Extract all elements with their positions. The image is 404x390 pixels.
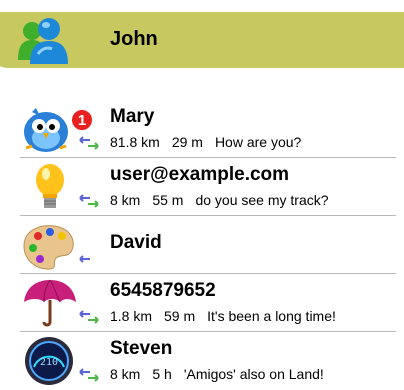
contact-distance: 81.8 km [110, 134, 160, 150]
contact-details: 8 km 5 h 'Amigos' also on Land! [110, 366, 324, 382]
contact-row-user-example[interactable]: user@example.com 8 km 55 m do you see my… [0, 158, 404, 216]
unread-count-badge: 1 [70, 108, 94, 132]
messenger-buddy-icon [18, 18, 68, 64]
contact-message: 'Amigos' also on Land! [183, 366, 324, 382]
svg-text:210: 210 [40, 357, 58, 368]
contact-message: It's been a long time! [207, 308, 336, 324]
contact-details: 1.8 km 59 m It's been a long time! [110, 308, 336, 324]
contact-row-steven[interactable]: 210 Steven 8 km 5 h 'Amigos' also on Lan… [0, 332, 404, 390]
header-user-name: John [110, 28, 158, 50]
incoming-arrow-icon [79, 255, 90, 263]
lightbulb-icon [36, 164, 64, 208]
contact-name: 6545879652 [110, 280, 216, 301]
contact-name: Mary [110, 106, 155, 127]
contact-message: How are you? [214, 134, 302, 150]
contact-name: Steven [110, 338, 173, 359]
contacts-screen: John 1 Mary 81.8 km 29 m How are you? us… [0, 0, 404, 390]
contact-details: 81.8 km 29 m How are you? [110, 134, 301, 150]
transfer-arrows-icon [79, 136, 99, 150]
transfer-arrows-icon [79, 194, 99, 208]
contact-distance: 1.8 km [110, 308, 153, 324]
contact-distance: 8 km [110, 192, 141, 208]
contact-row-mary[interactable]: 1 Mary 81.8 km 29 m How are you? [0, 100, 404, 158]
bird-icon [24, 108, 68, 152]
contact-message: do you see my track? [195, 192, 329, 208]
contact-row-david[interactable]: David [0, 216, 404, 274]
contact-row-6545879652[interactable]: 6545879652 1.8 km 59 m It's been a long … [0, 274, 404, 332]
contact-details: 8 km 55 m do you see my track? [110, 192, 329, 208]
contact-name: David [110, 232, 162, 253]
contact-name: user@example.com [110, 164, 290, 185]
contact-time: 5 h [152, 366, 172, 382]
contact-time: 29 m [171, 134, 203, 150]
paint-palette-icon [23, 225, 74, 270]
contact-distance: 8 km [110, 366, 141, 382]
contact-time: 55 m [152, 192, 184, 208]
umbrella-icon [24, 279, 76, 327]
transfer-arrows-icon [79, 310, 99, 324]
transfer-arrows-icon [79, 368, 99, 382]
contact-time: 59 m [164, 308, 196, 324]
profile-header[interactable]: John [0, 12, 404, 68]
gauge-icon: 210 [25, 337, 73, 385]
